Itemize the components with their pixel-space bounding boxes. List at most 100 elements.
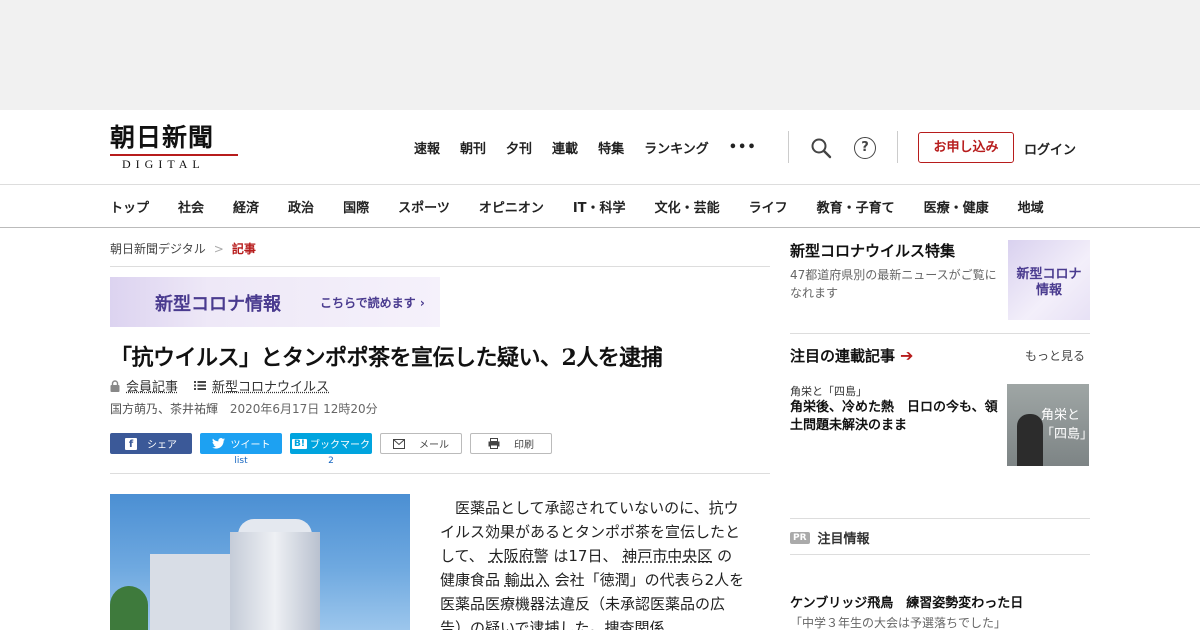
sidebar-feature-image[interactable]: 新型コロナ 情報	[1008, 240, 1090, 320]
print-icon	[488, 438, 500, 449]
top-nav-tokushu[interactable]: 特集	[598, 138, 624, 157]
category-it-science[interactable]: IT・科学	[573, 197, 626, 216]
top-nav: 速報 朝刊 夕刊 連載 特集 ランキング •••	[414, 138, 757, 157]
site-logo[interactable]: 朝日新聞 DIGITAL	[110, 124, 240, 172]
category-region[interactable]: 地域	[1018, 197, 1044, 216]
byline: 国方萌乃、茶井祐輝 2020年6月17日 12時20分	[110, 400, 378, 417]
article-date: 2020年6月17日 12時20分	[229, 402, 378, 416]
article-authors: 国方萌乃、茶井祐輝	[110, 402, 219, 416]
print-label: 印刷	[514, 440, 534, 451]
series-image-text: 角栄と 「四島」	[1041, 408, 1089, 442]
breadcrumb-separator: >	[213, 241, 224, 256]
more-dots-icon[interactable]: •••	[729, 140, 757, 155]
sidebar-news-subtitle: 「中学３年生の大会は予選落ちでした」	[790, 616, 1007, 630]
corona-banner-link: こちらで読めます ›	[320, 296, 425, 310]
lock-icon	[110, 379, 120, 392]
top-nav-ranking[interactable]: ランキング	[644, 138, 709, 157]
breadcrumb-home[interactable]: 朝日新聞デジタル	[110, 240, 206, 257]
breadcrumb-current: 記事	[231, 242, 256, 256]
mail-share-label: メール	[419, 440, 449, 451]
advertisement-area	[0, 0, 1200, 110]
twitter-icon	[211, 438, 225, 449]
top-nav-choukan[interactable]: 朝刊	[460, 138, 486, 157]
list-icon	[194, 381, 207, 390]
mail-icon	[393, 438, 405, 449]
breadcrumb: 朝日新聞デジタル > 記事	[110, 240, 256, 257]
category-nav: トップ 社会 経済 政治 国際 スポーツ オピニオン IT・科学 文化・芸能 ラ…	[0, 184, 1200, 228]
divider	[110, 473, 770, 474]
series-image[interactable]: 角栄と 「四島」	[1007, 384, 1089, 466]
header-divider	[897, 131, 898, 163]
category-top[interactable]: トップ	[110, 197, 149, 216]
twitter-share-button[interactable]: ツイート list	[200, 433, 282, 466]
sidebar-more-link[interactable]: もっと見る	[1025, 347, 1085, 364]
search-icon[interactable]	[810, 137, 832, 159]
sidebar-series-label: 注目の連載記事	[790, 347, 896, 365]
keyword-osaka-police[interactable]: 大阪府警	[489, 547, 549, 565]
sidebar-news-headline[interactable]: ケンブリッジ飛鳥 練習姿勢変わった日	[790, 592, 1023, 611]
sidebar-series-title[interactable]: 注目の連載記事 ➔	[790, 345, 913, 366]
share-buttons: f シェア ツイート list B! ブックマーク 2 メール 印刷	[110, 433, 560, 466]
pr-label: 注目情報	[817, 532, 870, 547]
sidebar-feature-title[interactable]: 新型コロナウイルス特集	[790, 240, 955, 261]
top-nav-sokuho[interactable]: 速報	[414, 138, 440, 157]
help-icon[interactable]: ?	[854, 137, 876, 159]
hatena-count[interactable]: 2	[290, 456, 372, 466]
facebook-share-button[interactable]: f シェア	[110, 433, 192, 454]
photo-tree	[110, 586, 148, 630]
category-life[interactable]: ライフ	[749, 197, 788, 216]
member-article-label[interactable]: 会員記事	[126, 376, 178, 395]
hatena-label: ブックマーク	[309, 440, 370, 451]
hatena-icon: B!	[292, 438, 307, 449]
pr-section-header: PR 注目情報	[790, 528, 870, 547]
twitter-count[interactable]: list	[200, 456, 282, 466]
pr-badge: PR	[790, 531, 810, 544]
twitter-share-label: ツイート	[230, 440, 271, 451]
corona-info-banner[interactable]: 新型コロナ情報 こちらで読めます ›	[110, 277, 440, 327]
category-society[interactable]: 社会	[178, 197, 204, 216]
article-title: 「抗ウイルス」とタンポポ茶を宣伝した疑い、2人を逮捕	[110, 345, 663, 371]
article-body: 医薬品として承認されていないのに、抗ウイルス効果があるとタンポポ茶を宣伝したとし…	[440, 496, 746, 630]
divider	[790, 333, 1090, 334]
logo-main-text: 朝日新聞	[110, 123, 215, 152]
hatena-bookmark-button[interactable]: B! ブックマーク 2	[290, 433, 372, 466]
print-button[interactable]: 印刷	[470, 433, 552, 454]
login-link[interactable]: ログイン	[1024, 139, 1076, 158]
header-divider	[788, 131, 789, 163]
category-culture[interactable]: 文化・芸能	[655, 197, 720, 216]
facebook-icon: f	[125, 437, 137, 450]
series-headline[interactable]: 角栄後、冷めた熱 日ロの今も、領土問題未解決のまま	[790, 399, 1000, 435]
sidebar-feature-description: 47都道府県別の最新ニュースがご覧になれます	[790, 268, 997, 300]
series-image-person	[1017, 414, 1043, 466]
logo-sub-text: DIGITAL	[122, 157, 205, 171]
mail-share-button[interactable]: メール	[380, 433, 462, 454]
category-economy[interactable]: 経済	[233, 197, 259, 216]
article-meta: 会員記事 新型コロナウイルス	[110, 376, 329, 395]
category-education[interactable]: 教育・子育て	[817, 197, 895, 216]
category-international[interactable]: 国際	[343, 197, 369, 216]
photo-building-left	[150, 554, 235, 630]
arrow-right-icon: ➔	[900, 346, 914, 365]
category-sports[interactable]: スポーツ	[398, 197, 450, 216]
top-nav-yuukan[interactable]: 夕刊	[506, 138, 532, 157]
top-nav-rensai[interactable]: 連載	[552, 138, 578, 157]
keyword-kobe-chuo[interactable]: 神戸市中央区	[622, 547, 712, 565]
category-health[interactable]: 医療・健康	[924, 197, 989, 216]
logo-underline	[110, 154, 238, 156]
photo-building-main	[230, 532, 320, 630]
topic-link[interactable]: 新型コロナウイルス	[212, 376, 329, 395]
facebook-share-label: シェア	[147, 440, 177, 451]
keyword-import-export[interactable]: 輸出入	[505, 571, 550, 589]
article-body-text: は17日、	[553, 547, 618, 565]
series-kicker: 角栄と「四島」	[790, 385, 867, 398]
corona-banner-title: 新型コロナ情報	[155, 294, 281, 315]
category-politics[interactable]: 政治	[288, 197, 314, 216]
category-opinion[interactable]: オピニオン	[479, 197, 544, 216]
divider	[110, 266, 770, 267]
divider	[790, 554, 1090, 555]
subscribe-button[interactable]: お申し込み	[918, 132, 1014, 163]
article-photo[interactable]	[110, 494, 410, 630]
divider	[790, 518, 1090, 519]
site-header: 朝日新聞 DIGITAL 速報 朝刊 夕刊 連載 特集 ランキング ••• ? …	[0, 110, 1200, 185]
sidebar-feature-image-text: 新型コロナ 情報	[1016, 267, 1082, 298]
